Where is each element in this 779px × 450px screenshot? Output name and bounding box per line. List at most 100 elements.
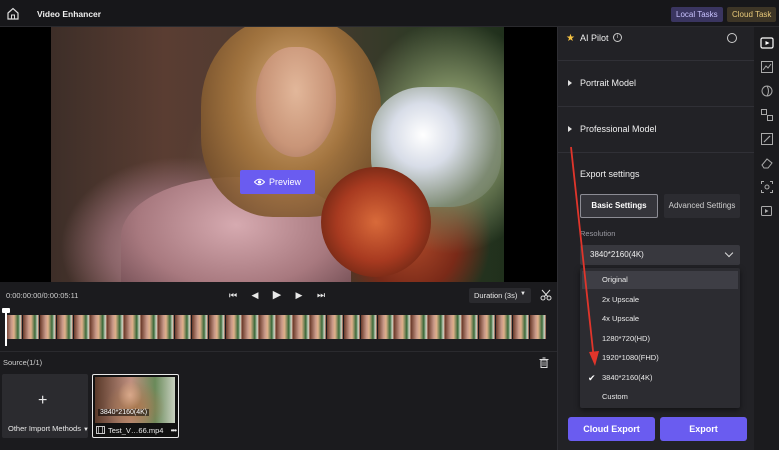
timecode: 0:00:00:00/0:00:05:11 [6, 291, 79, 300]
media-resolution: 3840*2160(4K) [98, 409, 150, 416]
filmstrip-frame [445, 315, 462, 339]
tab-basic-settings[interactable]: Basic Settings [580, 194, 658, 218]
filmstrip-frame [225, 315, 242, 339]
filmstrip-frame [39, 315, 57, 339]
filmstrip-frame [276, 315, 293, 339]
filmstrip-frame [22, 315, 40, 339]
other-import-methods[interactable]: Other Import Methods ▼ [8, 424, 89, 433]
filmstrip-frame [208, 315, 226, 339]
filmstrip-frame [158, 315, 175, 339]
professional-model-label: Professional Model [580, 124, 657, 134]
portrait-model-row[interactable]: Portrait Model [558, 61, 755, 107]
resolution-label: Resolution [580, 229, 616, 238]
step-back-icon[interactable]: ◀ [248, 288, 262, 302]
step-forward-icon[interactable]: ▶ [292, 288, 306, 302]
filmstrip-frame [512, 315, 530, 339]
option-3840x2160[interactable]: ✔ 3840*2160(4K) [582, 369, 738, 387]
side-toolbar [754, 27, 779, 450]
filmstrip-frame [6, 315, 23, 339]
more-icon[interactable]: ••• [171, 426, 177, 435]
filmstrip-frame [73, 315, 90, 339]
local-tasks-button[interactable]: Local Tasks [671, 7, 723, 22]
filmstrip-frame [242, 315, 259, 339]
filmstrip-frame [377, 315, 394, 339]
video-add-icon[interactable] [760, 204, 774, 218]
video-frame [51, 27, 504, 282]
chevron-down-icon: ▼ [520, 291, 526, 297]
check-icon: ✔ [588, 373, 596, 383]
preview-button[interactable]: Preview [240, 170, 315, 194]
filmstrip-frame [343, 315, 361, 339]
film-icon [96, 426, 105, 434]
video-enhance-icon[interactable] [760, 36, 774, 50]
filmstrip-frame [495, 315, 513, 339]
media-thumbnail [95, 377, 175, 423]
option-custom[interactable]: Custom [582, 388, 738, 406]
timeline-filmstrip[interactable] [6, 315, 548, 339]
filmstrip-frame [293, 315, 310, 339]
preview-label: Preview [268, 177, 301, 187]
media-item[interactable]: 3840*2160(4K) Test_V…66.mp4 ••• [92, 374, 179, 438]
portrait-model-label: Portrait Model [580, 78, 637, 88]
cloud-export-button[interactable]: Cloud Export [568, 417, 655, 441]
settings-panel: ★ AI Pilot i Portrait Model Professional… [557, 27, 755, 450]
filmstrip-frame [462, 315, 479, 339]
timeline[interactable] [0, 308, 557, 352]
playhead[interactable] [5, 310, 7, 346]
duration-select[interactable]: Duration (3s) ▼ [469, 288, 531, 303]
image-enhance-icon[interactable] [760, 60, 774, 74]
plus-icon: + [38, 392, 48, 409]
info-icon[interactable]: i [613, 33, 622, 42]
edit-icon[interactable] [760, 132, 774, 146]
eye-icon [253, 178, 265, 186]
filmstrip-frame [56, 315, 74, 339]
ai-pilot-radio[interactable] [727, 33, 737, 43]
trash-icon[interactable] [539, 357, 549, 368]
app-title: Video Enhancer [37, 9, 102, 19]
chevron-down-icon: ▼ [83, 427, 89, 433]
play-icon[interactable]: ▶ [270, 288, 284, 302]
filmstrip-frame [478, 315, 496, 339]
video-preview-area: Preview [0, 27, 557, 282]
skip-forward-icon[interactable]: ⏭ [314, 288, 328, 302]
playback-controls: 0:00:00:00/0:00:05:11 ⏮ ◀ ▶ ▶ ⏭ Duration… [0, 282, 557, 308]
filmstrip-frame [411, 315, 428, 339]
expand-arrow-icon [568, 80, 572, 86]
media-name-row: Test_V…66.mp4 ••• [96, 424, 177, 436]
skip-back-icon[interactable]: ⏮ [226, 288, 240, 302]
eraser-icon[interactable] [760, 156, 774, 170]
filmstrip-frame [90, 315, 107, 339]
filmstrip-frame [174, 315, 192, 339]
home-icon[interactable] [6, 7, 20, 20]
colorize-icon[interactable] [760, 84, 774, 98]
crop-icon[interactable] [760, 180, 774, 194]
resolution-value: 3840*2160(4K) [590, 250, 644, 259]
filmstrip-frame [191, 315, 209, 339]
option-1920x1080[interactable]: 1920*1080(FHD) [582, 349, 738, 367]
filmstrip-frame [124, 315, 141, 339]
import-tile[interactable]: + Other Import Methods ▼ [2, 374, 89, 438]
filmstrip-frame [141, 315, 158, 339]
option-original[interactable]: Original [582, 271, 738, 289]
export-settings-title: Export settings [580, 169, 640, 179]
option-2x-upscale[interactable]: 2x Upscale [582, 291, 738, 309]
scissors-icon[interactable] [540, 289, 552, 301]
resolution-select[interactable]: 3840*2160(4K) [580, 245, 740, 265]
option-4x-upscale[interactable]: 4x Upscale [582, 310, 738, 328]
export-button[interactable]: Export [660, 417, 747, 441]
filmstrip-frame [310, 315, 327, 339]
chevron-down-icon [724, 248, 734, 258]
expand-arrow-icon [568, 126, 572, 132]
tab-advanced-settings[interactable]: Advanced Settings [664, 194, 740, 218]
background-icon[interactable] [760, 108, 774, 122]
media-filename: Test_V…66.mp4 [108, 425, 164, 435]
filmstrip-frame [394, 315, 411, 339]
option-1280x720[interactable]: 1280*720(HD) [582, 330, 738, 348]
professional-model-row[interactable]: Professional Model [558, 107, 755, 153]
resolution-dropdown: Original 2x Upscale 4x Upscale 1280*720(… [580, 268, 740, 408]
filmstrip-frame [360, 315, 378, 339]
ai-pilot-row[interactable]: ★ AI Pilot i [558, 27, 755, 61]
cloud-task-button[interactable]: Cloud Task [727, 7, 777, 22]
import-label: Other Import Methods [8, 424, 81, 433]
video-flowers-red [321, 167, 431, 277]
